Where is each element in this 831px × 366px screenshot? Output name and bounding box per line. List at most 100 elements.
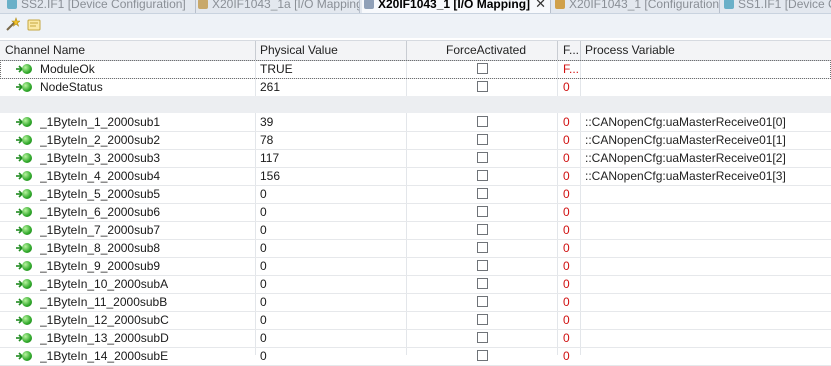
force-activated-checkbox[interactable] — [477, 116, 488, 127]
table-row[interactable]: _1ByteIn_1_2000sub1 39 0::CANopenCfg:uaMas… — [0, 113, 831, 132]
tab-2[interactable]: X20IF1043_1a [I/O Mapping] — [196, 0, 359, 13]
process-variable[interactable]: ::CANopenCfg:uaMasterReceive01[1] — [585, 131, 830, 149]
force-activated-checkbox[interactable] — [477, 81, 488, 92]
status-led-icon — [22, 333, 32, 343]
force-activated-checkbox[interactable] — [477, 260, 488, 271]
note-icon[interactable] — [26, 17, 42, 33]
force-activated-checkbox[interactable] — [477, 296, 488, 307]
table-row[interactable]: _1ByteIn_8_2000sub8 0 0 — [0, 239, 831, 258]
table-row[interactable]: _1ByteIn_3_2000sub3 117 0::CANopenCfg:uaMa… — [0, 149, 831, 168]
force-value[interactable]: 0 — [563, 275, 579, 293]
force-value[interactable]: 0 — [563, 347, 579, 365]
process-variable[interactable] — [585, 60, 830, 78]
force-activated-checkbox[interactable] — [477, 188, 488, 199]
column-header-channel-name[interactable]: Channel Name — [5, 41, 255, 60]
tab-icon — [198, 0, 208, 9]
close-tab-icon[interactable]: ✕ — [535, 0, 546, 13]
table-row[interactable]: ModuleOk TRUE F... — [0, 60, 831, 79]
tab-label: X20IF1043_1 [I/O Mapping] — [378, 0, 531, 11]
column-header-force-activated[interactable]: ForceActivated — [446, 41, 556, 60]
status-led-icon — [22, 207, 32, 217]
force-value[interactable]: 0 — [563, 311, 579, 329]
process-variable[interactable] — [585, 347, 830, 365]
process-variable[interactable] — [585, 275, 830, 293]
force-value[interactable]: 0 — [563, 131, 579, 149]
status-led-icon — [22, 64, 32, 74]
tab-separator — [719, 0, 720, 13]
force-value[interactable]: 0 — [563, 329, 579, 347]
force-activated-checkbox[interactable] — [477, 242, 488, 253]
channel-name: _1ByteIn_6_2000sub6 — [40, 205, 161, 219]
process-variable[interactable] — [585, 221, 830, 239]
force-value[interactable]: 0 — [563, 257, 579, 275]
force-value[interactable]: 0 — [563, 167, 579, 185]
force-value[interactable]: 0 — [563, 221, 579, 239]
table-row[interactable]: _1ByteIn_12_2000subC 0 0 — [0, 311, 831, 330]
process-variable[interactable]: ::CANopenCfg:uaMasterReceive01[2] — [585, 149, 830, 167]
table-row[interactable]: _1ByteIn_13_2000subD 0 0 — [0, 329, 831, 348]
process-variable[interactable] — [585, 203, 830, 221]
table-row[interactable]: _1ByteIn_5_2000sub5 0 0 — [0, 185, 831, 204]
column-header-force-value[interactable]: F... — [563, 41, 579, 60]
force-activated-checkbox[interactable] — [477, 152, 488, 163]
status-led-icon — [22, 243, 32, 253]
force-value[interactable]: 0 — [563, 185, 579, 203]
process-variable[interactable]: ::CANopenCfg:uaMasterReceive01[3] — [585, 167, 830, 185]
force-value[interactable]: 0 — [563, 293, 579, 311]
force-activated-checkbox[interactable] — [477, 63, 488, 74]
channel-name: _1ByteIn_2_2000sub2 — [40, 133, 161, 147]
table-row[interactable]: _1ByteIn_11_2000subB 0 0 — [0, 293, 831, 312]
force-activated-checkbox[interactable] — [477, 134, 488, 145]
force-value[interactable]: 0 — [563, 113, 579, 131]
force-activated-checkbox[interactable] — [477, 314, 488, 325]
process-variable[interactable] — [585, 78, 830, 96]
force-activated-checkbox[interactable] — [477, 206, 488, 217]
physical-value: 0 — [260, 313, 267, 327]
column-header-physical-value[interactable]: Physical Value — [260, 41, 400, 60]
process-variable[interactable] — [585, 293, 830, 311]
table-row[interactable]: NodeStatus 261 0 — [0, 78, 831, 97]
force-value[interactable]: 0 — [563, 239, 579, 257]
tab-3[interactable]: X20IF1043_1 [I/O Mapping] ✕ — [362, 0, 550, 13]
channel-name: _1ByteIn_9_2000sub9 — [40, 259, 161, 273]
wand-icon[interactable] — [4, 17, 21, 33]
force-activated-checkbox[interactable] — [477, 170, 488, 181]
status-led-icon — [22, 189, 32, 199]
force-activated-checkbox[interactable] — [477, 350, 488, 361]
table-row[interactable]: _1ByteIn_7_2000sub7 0 0 — [0, 221, 831, 240]
table-row[interactable]: _1ByteIn_6_2000sub6 0 0 — [0, 203, 831, 222]
physical-value: 0 — [260, 205, 267, 219]
physical-value: 156 — [260, 169, 281, 183]
column-header-process-variable[interactable]: Process Variable — [585, 41, 825, 60]
process-variable[interactable] — [585, 311, 830, 329]
tab-4[interactable]: X20IF1043_1 [Configuration] — [553, 0, 719, 13]
table-row[interactable]: _1ByteIn_2_2000sub2 78 0::CANopenCfg:uaMas… — [0, 131, 831, 150]
table-row[interactable]: _1ByteIn_4_2000sub4 156 0::CANopenCfg:uaMa… — [0, 167, 831, 186]
force-value[interactable]: 0 — [563, 149, 579, 167]
io-mapping-table-body: ModuleOk TRUE F... NodeStatus 261 0 _1ByteIn_1… — [0, 60, 831, 366]
process-variable[interactable] — [585, 257, 830, 275]
tab-1[interactable]: SS2.IF1 [Device Configuration] — [5, 0, 195, 13]
force-activated-checkbox[interactable] — [477, 224, 488, 235]
force-value[interactable]: F... — [563, 60, 579, 78]
process-variable[interactable] — [585, 239, 830, 257]
physical-value: 0 — [260, 295, 267, 309]
document-tab-strip: SS2.IF1 [Device Configuration] X20IF1043_… — [0, 0, 831, 14]
channel-name: NodeStatus — [40, 80, 103, 94]
table-row[interactable]: _1ByteIn_10_2000subA 0 0 — [0, 275, 831, 294]
process-variable[interactable]: ::CANopenCfg:uaMasterReceive01[0] — [585, 113, 830, 131]
force-value[interactable]: 0 — [563, 203, 579, 221]
force-activated-checkbox[interactable] — [477, 332, 488, 343]
channel-name: _1ByteIn_7_2000sub7 — [40, 223, 161, 237]
channel-name: _1ByteIn_3_2000sub3 — [40, 151, 161, 165]
physical-value: 117 — [260, 151, 280, 165]
table-row[interactable]: _1ByteIn_9_2000sub9 0 0 — [0, 257, 831, 276]
force-value[interactable]: 0 — [563, 78, 579, 96]
process-variable[interactable] — [585, 185, 830, 203]
table-row[interactable]: _1ByteIn_14_2000subE 0 0 — [0, 347, 831, 366]
process-variable[interactable] — [585, 329, 830, 347]
tab-5[interactable]: SS1.IF1 [Device C — [722, 0, 831, 13]
status-led-icon — [22, 117, 32, 127]
channel-name: _1ByteIn_8_2000sub8 — [40, 241, 161, 255]
force-activated-checkbox[interactable] — [477, 278, 488, 289]
